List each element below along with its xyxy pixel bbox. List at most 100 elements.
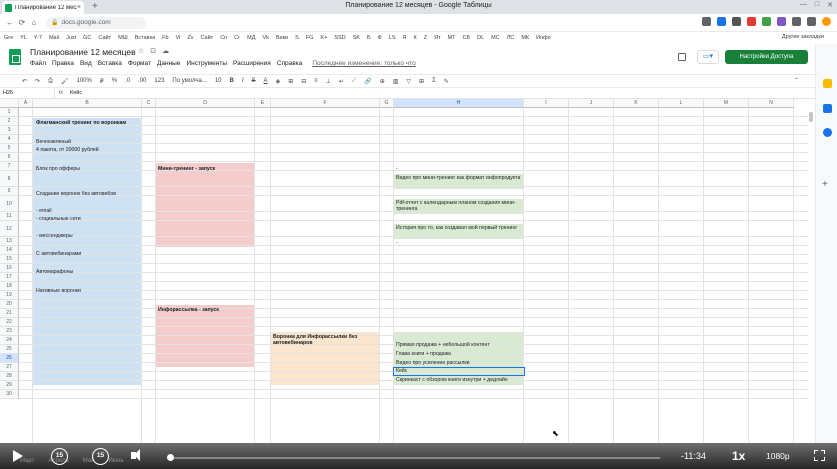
back-icon[interactable]: ← bbox=[4, 18, 16, 27]
menu-item[interactable]: Справка bbox=[277, 60, 303, 67]
row-header[interactable]: 23 bbox=[0, 327, 19, 336]
volume-icon[interactable] bbox=[131, 449, 140, 461]
percent-button[interactable]: % bbox=[112, 78, 117, 84]
row-header[interactable]: 7 bbox=[0, 162, 19, 171]
bookmark-item[interactable]: GC bbox=[83, 35, 91, 41]
progress-knob[interactable] bbox=[167, 454, 174, 461]
row-header[interactable]: 30 bbox=[0, 390, 19, 399]
last-edit-link[interactable]: Последнее изменение: только что bbox=[312, 60, 415, 67]
row-header[interactable]: 17 bbox=[0, 273, 19, 282]
row-header[interactable]: 25 bbox=[0, 345, 19, 354]
row-header[interactable]: 5 bbox=[0, 144, 19, 153]
menu-item[interactable]: Инструменты bbox=[186, 60, 227, 67]
row-header[interactable]: 26 bbox=[0, 354, 19, 363]
bookmark-item[interactable]: МК bbox=[521, 35, 529, 41]
menu-item[interactable]: Вид bbox=[80, 60, 92, 67]
bookmark-item[interactable]: МД bbox=[247, 35, 255, 41]
url-field[interactable]: 🔒 docs.google.com bbox=[46, 16, 146, 29]
collapse-menu-icon[interactable]: ⌃ bbox=[794, 77, 799, 84]
row-header[interactable]: 13 bbox=[0, 237, 19, 246]
menu-item[interactable]: Данные bbox=[157, 60, 180, 67]
bookmark-item[interactable]: Вики bbox=[276, 35, 288, 41]
bookmark-item[interactable]: Б bbox=[367, 35, 371, 41]
reload-icon[interactable]: ⟳ bbox=[16, 18, 28, 27]
undo-icon[interactable]: ↶ bbox=[22, 78, 27, 85]
close-window-icon[interactable]: ✕ bbox=[827, 1, 833, 9]
bookmark-item[interactable]: Y-7 bbox=[34, 35, 42, 41]
vertical-scrollbar[interactable] bbox=[808, 108, 814, 443]
rotate-icon[interactable]: ⟋ bbox=[352, 78, 356, 85]
move-folder-icon[interactable]: ⊡ bbox=[150, 47, 156, 55]
selected-cell-h26[interactable] bbox=[393, 367, 525, 376]
bold-button[interactable]: B bbox=[230, 78, 234, 84]
comment-history-icon[interactable] bbox=[678, 53, 686, 61]
borders-icon[interactable]: ⊞ bbox=[288, 78, 293, 85]
row-header[interactable]: 8 bbox=[0, 171, 19, 187]
column-header[interactable]: B bbox=[33, 99, 142, 108]
extension-icon[interactable] bbox=[777, 17, 786, 26]
cell-b15[interactable]: С автовебинарами bbox=[36, 251, 141, 257]
cell-b7[interactable]: Блок про офферы bbox=[36, 166, 141, 172]
bookmark-item[interactable]: Mail bbox=[49, 35, 59, 41]
bookmark-item[interactable]: Вставка bbox=[135, 35, 155, 41]
progress-bar[interactable] bbox=[167, 454, 660, 461]
extension-icon[interactable] bbox=[717, 17, 726, 26]
row-header[interactable]: 20 bbox=[0, 300, 19, 309]
cell-b19[interactable]: Нативные воронки bbox=[36, 288, 141, 294]
cell-h10[interactable]: Pdf-отчет с календарным планом создания … bbox=[396, 200, 522, 212]
bookmark-item[interactable]: Gre bbox=[4, 35, 13, 41]
cell-h7[interactable]: - bbox=[396, 166, 522, 172]
play-icon[interactable] bbox=[13, 450, 23, 462]
share-button[interactable]: Настройки Доступа bbox=[725, 50, 808, 64]
row-header[interactable]: 14 bbox=[0, 246, 19, 255]
bookmark-item[interactable]: К bbox=[413, 35, 416, 41]
column-header[interactable]: F bbox=[271, 99, 380, 108]
row-header[interactable]: 9 bbox=[0, 187, 19, 196]
column-header[interactable]: J bbox=[569, 99, 614, 108]
menu-item[interactable]: Расширения bbox=[233, 60, 271, 67]
row-header[interactable]: 29 bbox=[0, 381, 19, 390]
row-header[interactable]: 15 bbox=[0, 255, 19, 264]
chart-icon[interactable]: ▥ bbox=[393, 78, 399, 85]
column-header[interactable]: M bbox=[704, 99, 749, 108]
bookmark-item[interactable]: Сайт bbox=[98, 35, 111, 41]
bookmark-item[interactable]: Сг bbox=[234, 35, 240, 41]
bookmark-item[interactable]: МС bbox=[491, 35, 500, 41]
forward-15-button[interactable]: 15 bbox=[92, 448, 109, 465]
fill-color-icon[interactable]: ◈ bbox=[276, 78, 281, 85]
column-header[interactable]: A bbox=[19, 99, 33, 108]
align-left-icon[interactable]: ≡ bbox=[314, 78, 318, 84]
row-header[interactable]: 1 bbox=[0, 108, 19, 117]
column-header[interactable]: G bbox=[380, 99, 394, 108]
fullscreen-icon[interactable] bbox=[814, 450, 825, 461]
bookmark-item[interactable]: Сайт bbox=[201, 35, 214, 41]
cell-h24[interactable]: Глава книги + продажа bbox=[396, 351, 522, 357]
present-button[interactable]: ▭▾ bbox=[697, 50, 719, 64]
cell-b4[interactable]: Вечнозеленый bbox=[36, 139, 141, 145]
menu-item[interactable]: Правка bbox=[52, 60, 74, 67]
cell-h25[interactable]: Видео про усиление рассылки bbox=[396, 360, 522, 366]
wrap-icon[interactable]: ↵ bbox=[339, 78, 344, 85]
paint-format-icon[interactable]: 🖌 bbox=[61, 78, 69, 85]
bookmark-item[interactable]: K+ bbox=[320, 35, 327, 41]
bookmark-item[interactable]: Vi bbox=[176, 35, 181, 41]
quality-button[interactable]: 1080p bbox=[766, 451, 790, 461]
column-header[interactable]: C bbox=[142, 99, 156, 108]
menu-item[interactable]: Вставка bbox=[98, 60, 122, 67]
star-icon[interactable]: ☆ bbox=[138, 47, 144, 55]
cell-b12[interactable]: - социальные сети bbox=[36, 216, 141, 222]
keep-icon[interactable] bbox=[823, 104, 832, 113]
font-select[interactable]: По умолча... bbox=[172, 78, 206, 84]
row-header[interactable]: 2 bbox=[0, 117, 19, 126]
cell-h8[interactable]: Видео про мини-тренинг как формат инфопр… bbox=[396, 175, 522, 181]
extension-icon[interactable] bbox=[792, 17, 801, 26]
extension-icon[interactable] bbox=[732, 17, 741, 26]
profile-icon[interactable] bbox=[822, 17, 831, 26]
cell-h13[interactable]: - bbox=[396, 240, 522, 246]
formula-input[interactable]: Кейс bbox=[67, 90, 82, 96]
bookmark-item[interactable]: Vk bbox=[262, 35, 268, 41]
menu-item[interactable]: Файл bbox=[30, 60, 46, 67]
bookmark-item[interactable]: Инфо bbox=[536, 35, 551, 41]
comment-icon[interactable]: ⊕ bbox=[380, 78, 385, 85]
scroll-thumb[interactable] bbox=[809, 112, 813, 122]
